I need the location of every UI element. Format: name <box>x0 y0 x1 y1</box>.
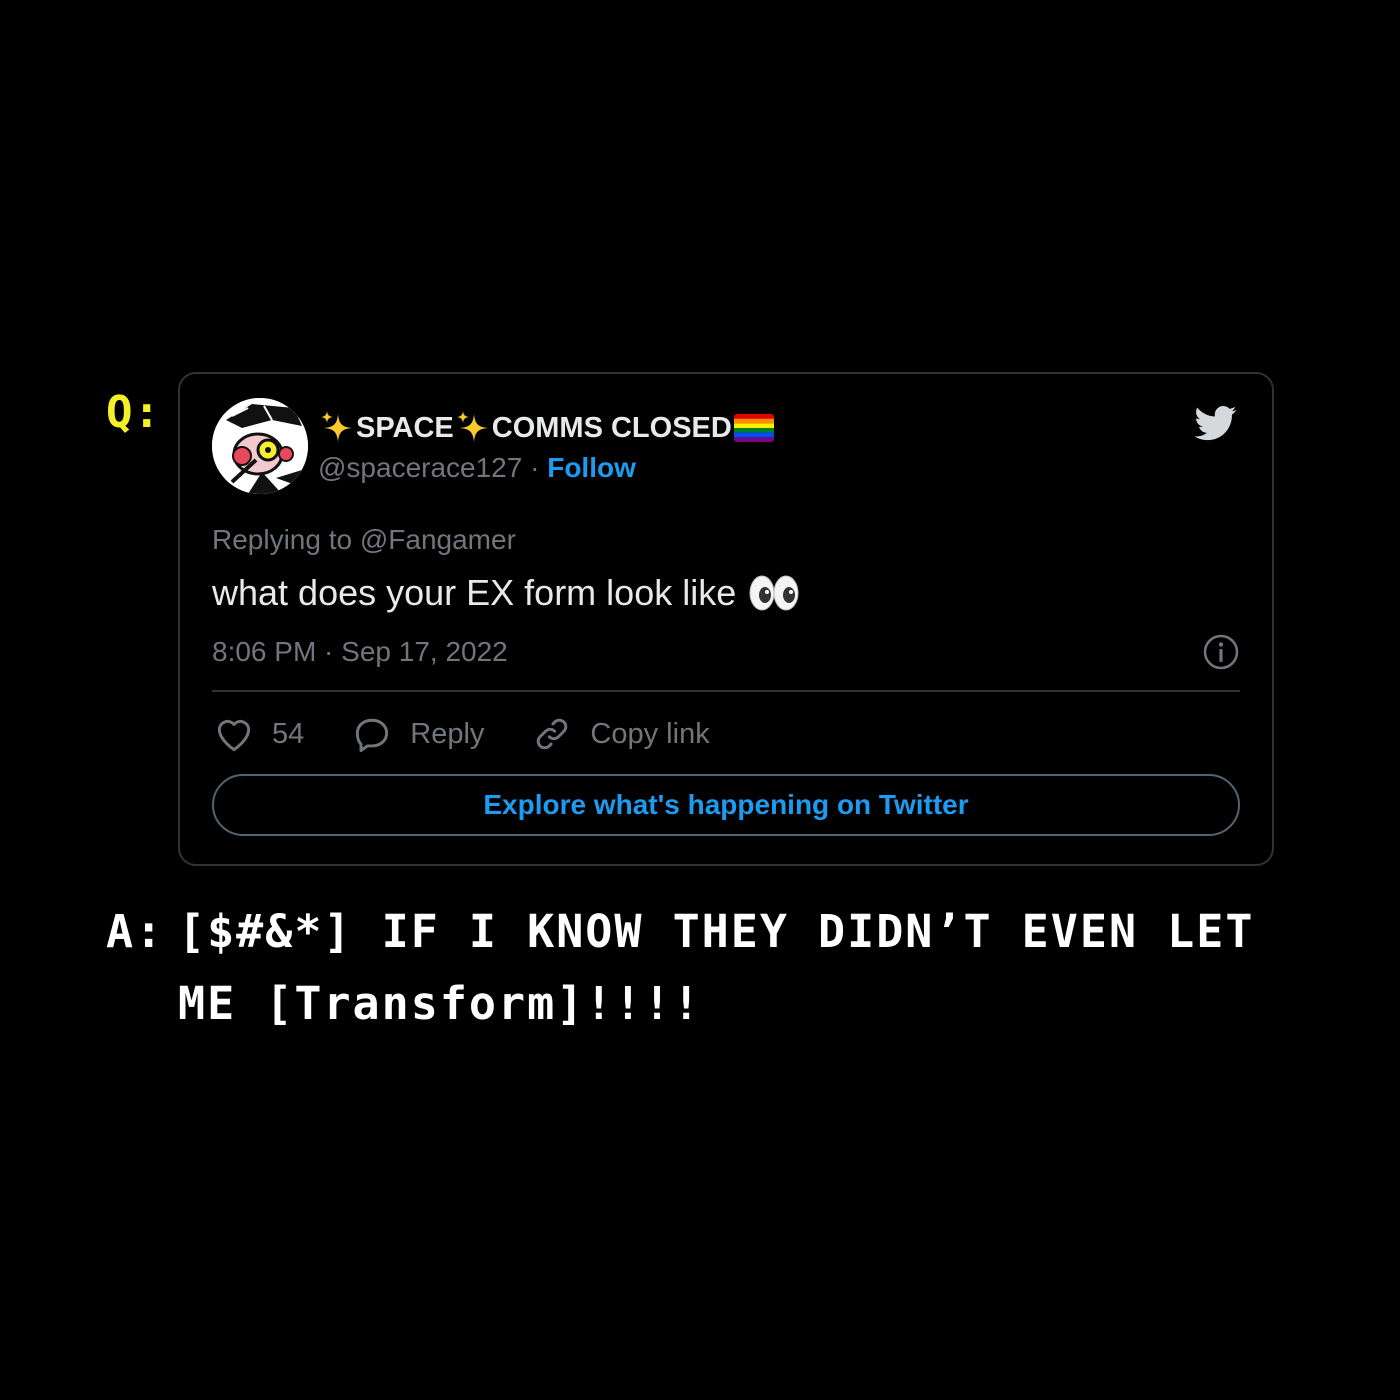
answer-text-line1: [$#&*] IF I KNOW THEY DIDN’T EVEN LET <box>178 905 1255 958</box>
tweet-timestamp[interactable]: 8:06 PM · Sep 17, 2022 <box>212 632 508 672</box>
display-name[interactable]: SPACE COMMS CLOSED <box>318 406 774 450</box>
sparkles-icon <box>321 411 352 442</box>
likes-count: 54 <box>272 717 305 750</box>
link-icon <box>537 718 568 750</box>
tweet-text-body: what does your EX form look like <box>212 572 737 613</box>
user-handle[interactable]: @spacerace127 <box>318 452 522 483</box>
separator-dot: · <box>530 452 540 483</box>
tweet-actions: 54 Reply Copy link <box>212 710 756 758</box>
copy-link-label: Copy link <box>590 717 710 750</box>
handle-line: @spacerace127 · Follow <box>318 448 636 488</box>
answer-text-line2: ME [Transform]!!!! <box>178 977 702 1030</box>
display-name-part2: COMMS CLOSED <box>491 412 732 444</box>
tweet-text: what does your EX form look like <box>212 568 800 618</box>
rainbow-flag-icon <box>733 414 774 442</box>
display-name-part1: SPACE <box>356 412 454 444</box>
answer-line-1: A: [$#&*] IF I KNOW THEY DIDN’T EVEN LET <box>106 896 1296 968</box>
like-button[interactable]: 54 <box>212 712 304 756</box>
reply-bubble-icon <box>356 718 389 752</box>
twitter-bird-icon[interactable] <box>1192 402 1240 444</box>
reply-label: Reply <box>410 717 485 750</box>
info-icon[interactable] <box>1202 633 1240 671</box>
reply-button[interactable]: Reply <box>350 712 484 756</box>
embedded-tweet-card[interactable]: SPACE COMMS CLOSED @spacerace127 · Follo… <box>178 372 1274 866</box>
replying-to[interactable]: Replying to @Fangamer <box>212 520 516 560</box>
follow-link[interactable]: Follow <box>547 452 636 483</box>
heart-icon <box>217 719 251 752</box>
question-label: Q: <box>106 387 161 438</box>
eyes-icon <box>749 575 799 611</box>
answer-prefix: A: <box>106 905 165 958</box>
avatar[interactable] <box>212 398 308 494</box>
answer-block: A: [$#&*] IF I KNOW THEY DIDN’T EVEN LET… <box>106 896 1296 1040</box>
explore-button[interactable]: Explore what's happening on Twitter <box>212 774 1240 836</box>
answer-line-2: ME [Transform]!!!! <box>106 968 1296 1040</box>
copy-link-button[interactable]: Copy link <box>530 712 710 756</box>
sparkles-icon <box>456 411 488 442</box>
divider <box>212 690 1240 692</box>
